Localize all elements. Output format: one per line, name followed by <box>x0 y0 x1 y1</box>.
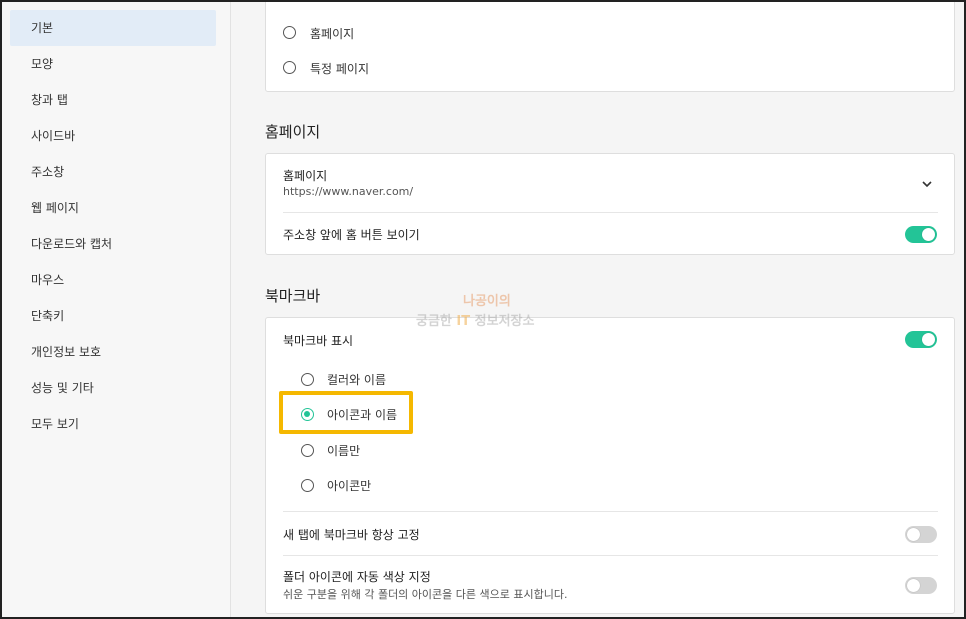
bookmark-style-icon-only-label: 아이콘만 <box>327 479 372 493</box>
bookmark-show-toggle[interactable] <box>905 331 937 348</box>
startup-specific-page-label: 특정 페이지 <box>310 62 370 76</box>
startup-homepage-radio[interactable] <box>283 26 296 39</box>
home-button-label: 주소창 앞에 홈 버튼 보이기 <box>283 228 420 242</box>
bookmark-style-color-name-label: 컬러와 이름 <box>327 373 387 387</box>
homepage-setting-row[interactable]: 홈페이지 https://www.naver.com/ <box>266 154 954 211</box>
folder-color-description: 쉬운 구분을 위해 각 폴더의 아이콘을 다른 색으로 표시합니다. <box>283 588 568 601</box>
bookmark-style-name-only-radio[interactable] <box>301 444 314 457</box>
homepage-url: https://www.naver.com/ <box>283 185 414 198</box>
settings-sidebar: 기본 모양 창과 탭 사이드바 주소창 웹 페이지 다운로드와 캡처 마우스 단… <box>2 2 231 617</box>
sidebar-item-basic[interactable]: 기본 <box>10 10 216 46</box>
homepage-section-title: 홈페이지 <box>265 123 321 141</box>
folder-color-toggle[interactable] <box>905 577 937 594</box>
sidebar-item-sidebar[interactable]: 사이드바 <box>10 118 216 154</box>
bookmark-style-name-only-label: 이름만 <box>327 444 361 458</box>
divider <box>283 212 938 213</box>
sidebar-item-view-all[interactable]: 모두 보기 <box>10 406 216 442</box>
settings-main: 홈페이지 특정 페이지 홈페이지 홈페이지 https://www.naver.… <box>232 2 964 617</box>
divider <box>283 511 938 512</box>
sidebar-item-privacy[interactable]: 개인정보 보호 <box>10 334 216 370</box>
startup-specific-page-radio[interactable] <box>283 61 296 74</box>
sidebar-item-appearance[interactable]: 모양 <box>10 46 216 82</box>
sidebar-item-performance[interactable]: 성능 및 기타 <box>10 370 216 406</box>
selection-highlight-box <box>279 391 413 434</box>
sidebar-item-download-capture[interactable]: 다운로드와 캡처 <box>10 226 216 262</box>
bookmark-section-title: 북마크바 <box>265 287 321 305</box>
sidebar-item-windows-tabs[interactable]: 창과 탭 <box>10 82 216 118</box>
home-button-toggle[interactable] <box>905 226 937 243</box>
startup-homepage-label: 홈페이지 <box>310 27 355 41</box>
homepage-field-label: 홈페이지 <box>283 169 328 183</box>
sidebar-item-shortcuts[interactable]: 단축키 <box>10 298 216 334</box>
bookmark-pin-toggle[interactable] <box>905 526 937 543</box>
folder-color-label: 폴더 아이콘에 자동 색상 지정 <box>283 570 431 584</box>
homepage-card: 홈페이지 https://www.naver.com/ 주소창 앞에 홈 버튼 … <box>265 153 955 255</box>
bookmark-style-icon-only-radio[interactable] <box>301 479 314 492</box>
startup-card: 홈페이지 특정 페이지 <box>265 2 955 92</box>
chevron-down-icon[interactable] <box>921 178 933 190</box>
bookmark-show-label: 북마크바 표시 <box>283 334 354 348</box>
settings-window: 기본 모양 창과 탭 사이드바 주소창 웹 페이지 다운로드와 캡처 마우스 단… <box>0 0 966 619</box>
sidebar-item-mouse[interactable]: 마우스 <box>10 262 216 298</box>
watermark-line1: 나공이의 <box>463 294 511 309</box>
sidebar-item-web-page[interactable]: 웹 페이지 <box>10 190 216 226</box>
sidebar-item-address-bar[interactable]: 주소창 <box>10 154 216 190</box>
bookmark-pin-label: 새 탭에 북마크바 항상 고정 <box>283 528 420 542</box>
bookmark-card: 북마크바 표시 컬러와 이름 아이콘과 이름 이름만 아이콘만 새 탭에 북마크… <box>265 317 955 614</box>
bookmark-style-color-name-radio[interactable] <box>301 373 314 386</box>
divider <box>283 555 938 556</box>
